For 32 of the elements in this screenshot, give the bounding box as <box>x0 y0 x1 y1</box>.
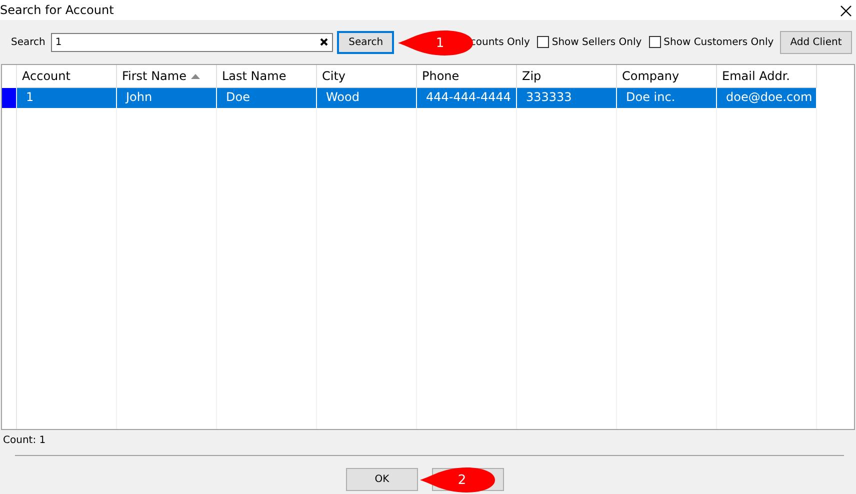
column-header[interactable]: First Name <box>117 65 217 88</box>
table-cell: John <box>117 88 217 108</box>
table-cell: Doe inc. <box>617 88 717 108</box>
checkbox-label: Show Customers Only <box>664 36 774 48</box>
row-selector-marker <box>2 88 16 108</box>
table-cell: 1 <box>17 88 117 108</box>
table-cell: 444-444-4444 <box>417 88 517 108</box>
table-cell: Wood <box>317 88 417 108</box>
column-header[interactable]: Last Name <box>217 65 317 88</box>
column-header[interactable]: Phone <box>417 65 517 88</box>
column-header[interactable]: City <box>317 65 417 88</box>
checkbox-label: Show Sellers Only <box>552 36 642 48</box>
checkbox[interactable] <box>648 36 661 48</box>
search-button[interactable]: Search <box>337 30 394 54</box>
sort-ascending-icon <box>191 74 200 78</box>
clear-icon[interactable] <box>320 38 328 46</box>
checkbox[interactable] <box>536 36 549 48</box>
close-icon[interactable] <box>840 5 852 17</box>
table-cell: 333333 <box>517 88 617 108</box>
column-header[interactable]: Zip <box>517 65 617 88</box>
table-cell: doe@doe.com <box>717 88 817 108</box>
column-header[interactable]: Company <box>617 65 717 88</box>
search-label: Search <box>11 36 46 48</box>
column-header[interactable]: Account <box>17 65 117 88</box>
ok-button[interactable]: OK <box>346 468 418 491</box>
search-field[interactable]: 1 <box>51 32 334 52</box>
window-title: Search for Account <box>0 3 114 17</box>
table-cell: Doe <box>217 88 317 108</box>
record-count: Count: 1 <box>2 434 47 448</box>
add-client-button[interactable]: Add Client <box>780 30 852 54</box>
callout-tooltip: 2 <box>420 467 496 493</box>
column-header[interactable]: Email Addr. <box>717 65 817 88</box>
